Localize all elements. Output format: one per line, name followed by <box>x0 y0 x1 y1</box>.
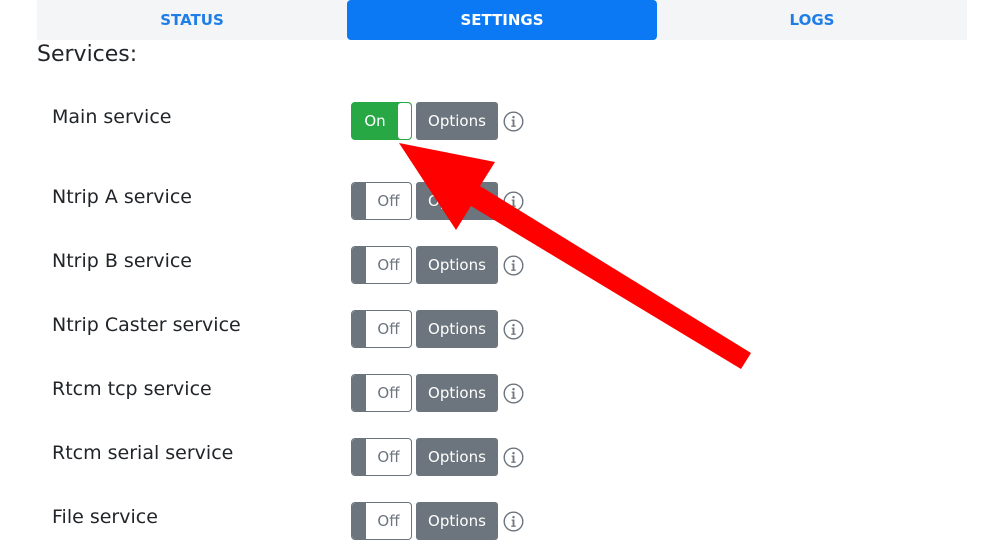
ntrip-caster-service-toggle[interactable]: Off <box>351 310 412 348</box>
rtcm-tcp-service-toggle[interactable]: Off <box>351 374 412 412</box>
toggle-state-label: Off <box>377 448 400 466</box>
file-service-options-button[interactable]: Options <box>416 502 498 540</box>
info-icon[interactable] <box>503 383 524 404</box>
main-service-toggle[interactable]: On <box>351 102 412 140</box>
toggle-knob <box>352 311 366 347</box>
info-icon[interactable] <box>503 111 524 132</box>
toggle-knob <box>352 375 366 411</box>
toggle-state-label: Off <box>377 320 400 338</box>
info-icon[interactable] <box>503 255 524 276</box>
nav-tabs: STATUS SETTINGS LOGS <box>37 0 967 40</box>
ntrip-a-service-toggle[interactable]: Off <box>351 182 412 220</box>
info-icon[interactable] <box>503 191 524 212</box>
service-label: Rtcm tcp service <box>52 378 212 400</box>
file-service-toggle[interactable]: Off <box>351 502 412 540</box>
service-row-file: File service Off Options <box>0 502 1003 542</box>
info-icon[interactable] <box>503 511 524 532</box>
tab-logs[interactable]: LOGS <box>657 0 967 40</box>
toggle-knob <box>352 503 366 539</box>
service-label: Ntrip B service <box>52 250 192 272</box>
ntrip-b-service-toggle[interactable]: Off <box>351 246 412 284</box>
ntrip-caster-service-options-button[interactable]: Options <box>416 310 498 348</box>
rtcm-serial-service-toggle[interactable]: Off <box>351 438 412 476</box>
service-label: Ntrip Caster service <box>52 314 241 336</box>
service-row-ntrip-caster: Ntrip Caster service Off Options <box>0 310 1003 350</box>
service-label: Ntrip A service <box>52 186 192 208</box>
toggle-state-label: Off <box>377 512 400 530</box>
service-label: Main service <box>52 106 172 128</box>
ntrip-b-service-options-button[interactable]: Options <box>416 246 498 284</box>
toggle-knob <box>352 439 366 475</box>
service-row-rtcm-tcp: Rtcm tcp service Off Options <box>0 374 1003 414</box>
ntrip-a-service-options-button[interactable]: Options <box>416 182 498 220</box>
service-row-ntrip-b: Ntrip B service Off Options <box>0 246 1003 286</box>
service-row-ntrip-a: Ntrip A service Off Options <box>0 182 1003 222</box>
tab-settings[interactable]: SETTINGS <box>347 0 657 40</box>
toggle-state-label: On <box>364 112 386 130</box>
toggle-state-label: Off <box>377 256 400 274</box>
main-service-options-button[interactable]: Options <box>416 102 498 140</box>
rtcm-serial-service-options-button[interactable]: Options <box>416 438 498 476</box>
toggle-knob <box>352 247 366 283</box>
toggle-knob <box>398 103 411 139</box>
toggle-knob <box>352 183 366 219</box>
service-label: Rtcm serial service <box>52 442 234 464</box>
info-icon[interactable] <box>503 319 524 340</box>
rtcm-tcp-service-options-button[interactable]: Options <box>416 374 498 412</box>
section-title: Services: <box>37 42 138 67</box>
info-icon[interactable] <box>503 447 524 468</box>
service-label: File service <box>52 506 158 528</box>
toggle-state-label: Off <box>377 384 400 402</box>
service-row-rtcm-serial: Rtcm serial service Off Options <box>0 438 1003 478</box>
toggle-state-label: Off <box>377 192 400 210</box>
tab-status[interactable]: STATUS <box>37 0 347 40</box>
service-row-main: Main service On Options <box>0 102 1003 142</box>
